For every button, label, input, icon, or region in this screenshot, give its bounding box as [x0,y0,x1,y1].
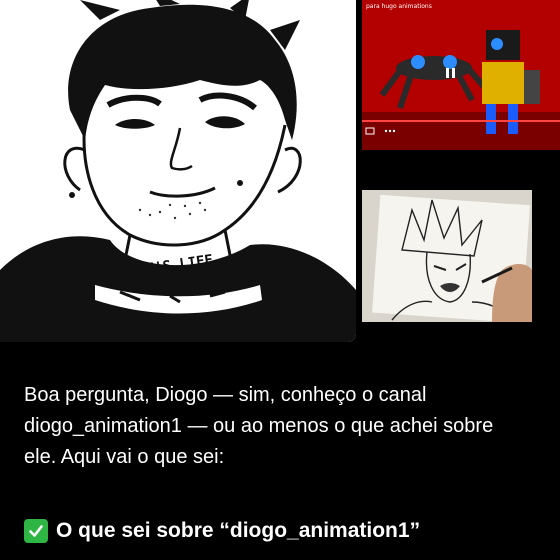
drawing-photo-image[interactable] [362,190,532,322]
portrait-sketch-image[interactable]: IRATE'S LIFE [0,0,356,342]
video-scene [362,0,560,150]
assistant-message-text: Boa pergunta, Diogo — sim, conheço o can… [24,384,494,468]
video-title: para hugo animations [366,3,432,10]
video-thumbnail-image[interactable]: para hugo animations [362,0,560,150]
check-mark-button-icon [24,519,48,543]
section-heading: O que sei sobre “diogo_animation1” [24,516,544,546]
drawing-scene [362,190,532,322]
section-heading-text: O que sei sobre “diogo_animation1” [56,519,421,542]
portrait-drawing: IRATE'S LIFE [0,0,356,342]
